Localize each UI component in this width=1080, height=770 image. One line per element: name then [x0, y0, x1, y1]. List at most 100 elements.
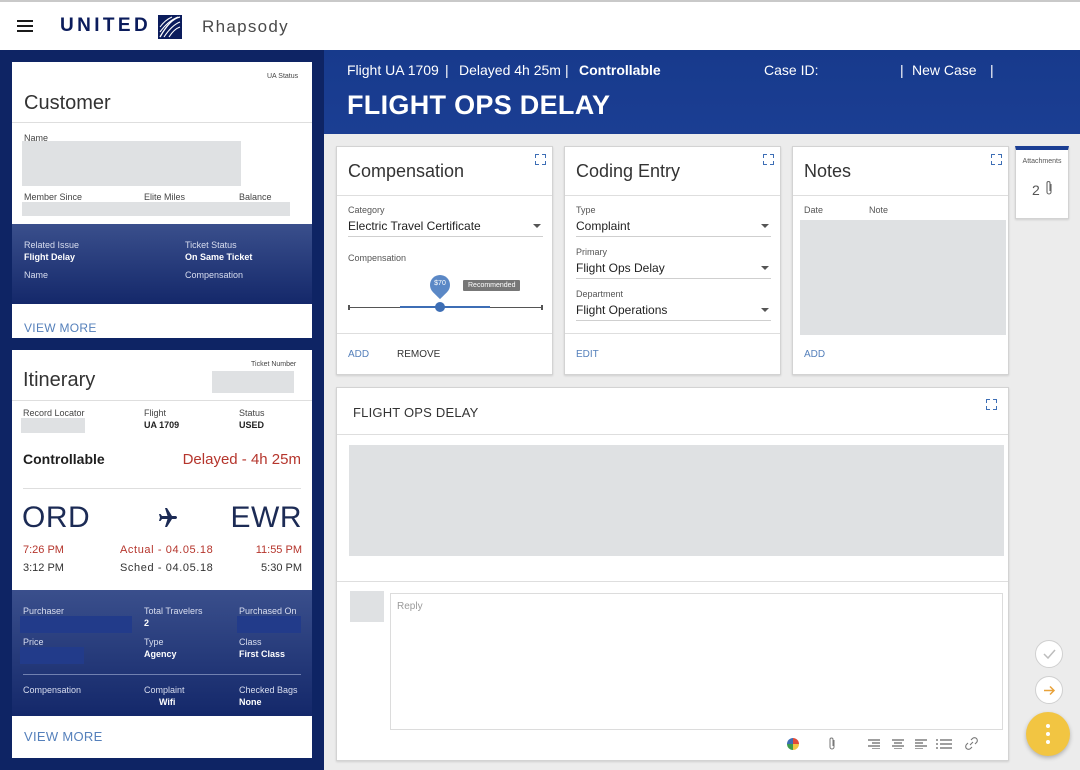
compensation-label: Compensation	[348, 253, 407, 263]
slider-value: $70	[434, 280, 446, 287]
align-right-icon[interactable]	[868, 739, 880, 749]
itinerary-view-more-link[interactable]: VIEW MORE	[24, 729, 103, 744]
header-separator: |	[445, 62, 449, 78]
link-icon[interactable]	[965, 737, 978, 750]
type-value: Agency	[144, 649, 177, 659]
note-column-label: Note	[869, 205, 889, 215]
total-travelers-value: 2	[144, 618, 150, 628]
ticket-number-redacted	[212, 371, 294, 393]
date-column-label: Date	[804, 205, 824, 215]
new-case-link[interactable]: New Case	[912, 62, 977, 78]
ticket-number-label: Ticket Number	[251, 361, 297, 368]
expand-icon[interactable]	[763, 154, 774, 165]
actual-date: Actual - 04.05.18	[120, 544, 214, 556]
category-select[interactable]: Electric Travel Certificate	[348, 219, 543, 237]
reply-input[interactable]: Reply	[390, 593, 1003, 730]
header-separator: |	[900, 62, 904, 78]
attachments-widget[interactable]: Attachments 2	[1015, 146, 1069, 219]
customer-card: UA Status Customer Name Member Since Eli…	[12, 62, 312, 338]
menu-icon[interactable]	[17, 20, 33, 32]
purchased-on-redacted	[237, 616, 301, 633]
attachments-count: 2	[1032, 182, 1040, 198]
ticket-status-label: Ticket Status	[185, 240, 237, 250]
chevron-down-icon	[761, 266, 769, 270]
compensation-title: Compensation	[348, 161, 465, 181]
reply-placeholder: Reply	[397, 601, 423, 612]
resolve-button[interactable]	[1035, 640, 1063, 668]
destination-actual-time: 11:55 PM	[255, 544, 302, 556]
more-actions-fab[interactable]	[1026, 712, 1070, 756]
divider	[793, 195, 1008, 196]
record-locator-label: Record Locator	[23, 408, 85, 418]
recommended-range	[400, 306, 490, 308]
expand-icon[interactable]	[991, 154, 1002, 165]
member-since-label: Member Since	[24, 192, 83, 202]
notes-title: Notes	[804, 161, 852, 181]
primary-value: Flight Ops Delay	[576, 261, 665, 275]
department-label: Department	[576, 289, 624, 299]
checkmark-icon	[1043, 649, 1056, 659]
align-left-icon[interactable]	[915, 739, 927, 749]
header-separator: |	[990, 62, 994, 78]
origin-sched-time: 3:12 PM	[23, 562, 64, 574]
chevron-down-icon	[761, 308, 769, 312]
compensation-panel: Compensation Category Electric Travel Ce…	[336, 146, 553, 375]
purchase-section: Purchaser Total Travelers 2 Purchased On…	[12, 590, 312, 716]
add-note-button[interactable]: ADD	[804, 349, 825, 360]
attach-icon[interactable]	[828, 737, 836, 751]
thread-message-redacted	[349, 445, 1004, 556]
purchaser-label: Purchaser	[23, 606, 65, 616]
divider	[12, 400, 312, 401]
controllable-text: Controllable	[23, 451, 105, 467]
align-center-icon[interactable]	[892, 739, 904, 749]
slider-thumb[interactable]	[435, 302, 445, 312]
notes-panel: Notes Date Note ADD	[792, 146, 1009, 375]
record-locator-redacted	[21, 418, 85, 433]
divider	[337, 333, 552, 334]
airplane-icon	[159, 508, 177, 527]
compensation-label: Compensation	[23, 685, 82, 695]
edit-coding-button[interactable]: EDIT	[576, 349, 599, 360]
customer-view-more-link[interactable]: VIEW MORE	[24, 321, 97, 335]
member-info-redacted	[22, 202, 290, 216]
complaint-value: Wifi	[159, 697, 176, 707]
type-value: Complaint	[576, 219, 631, 233]
price-redacted	[20, 647, 84, 664]
purchased-on-label: Purchased On	[239, 606, 297, 616]
color-picker-icon[interactable]	[787, 738, 799, 750]
compensation-slider[interactable]: $70	[348, 270, 543, 317]
balance-label: Balance	[239, 192, 272, 202]
thread-panel: FLIGHT OPS DELAY Reply	[336, 387, 1009, 761]
price-label: Price	[23, 637, 44, 647]
forward-button[interactable]	[1035, 676, 1063, 704]
chevron-down-icon	[533, 224, 541, 228]
divider	[337, 581, 1008, 582]
coding-entry-panel: Coding Entry Type Complaint Primary Flig…	[564, 146, 781, 375]
checked-bags-value: None	[239, 697, 262, 707]
more-vertical-icon	[1046, 724, 1050, 744]
divider	[12, 122, 312, 123]
main-content: Compensation Category Electric Travel Ce…	[324, 134, 1080, 770]
attachments-label: Attachments	[1022, 158, 1062, 165]
app-name: Rhapsody	[202, 17, 289, 36]
type-select[interactable]: Complaint	[576, 219, 771, 237]
sched-date: Sched - 04.05.18	[120, 562, 214, 574]
notes-list-redacted	[800, 220, 1006, 335]
expand-icon[interactable]	[535, 154, 546, 165]
remove-compensation-button[interactable]: REMOVE	[397, 349, 440, 360]
chevron-down-icon	[761, 224, 769, 228]
divider	[565, 333, 780, 334]
elite-miles-label: Elite Miles	[144, 192, 186, 202]
department-select[interactable]: Flight Operations	[576, 303, 771, 321]
bullet-list-icon[interactable]	[936, 739, 952, 749]
status-label: Status	[239, 408, 265, 418]
flight-label: Flight	[144, 408, 167, 418]
avatar	[350, 591, 384, 622]
itinerary-card: Ticket Number Itinerary Record Locator F…	[12, 350, 312, 758]
delay-text: Delayed - 4h 25m	[182, 451, 301, 468]
case-title: FLIGHT OPS DELAY	[347, 90, 611, 120]
expand-icon[interactable]	[986, 399, 997, 410]
add-compensation-button[interactable]: ADD	[348, 349, 369, 360]
primary-select[interactable]: Flight Ops Delay	[576, 261, 771, 279]
name-label-2: Name	[24, 270, 49, 280]
